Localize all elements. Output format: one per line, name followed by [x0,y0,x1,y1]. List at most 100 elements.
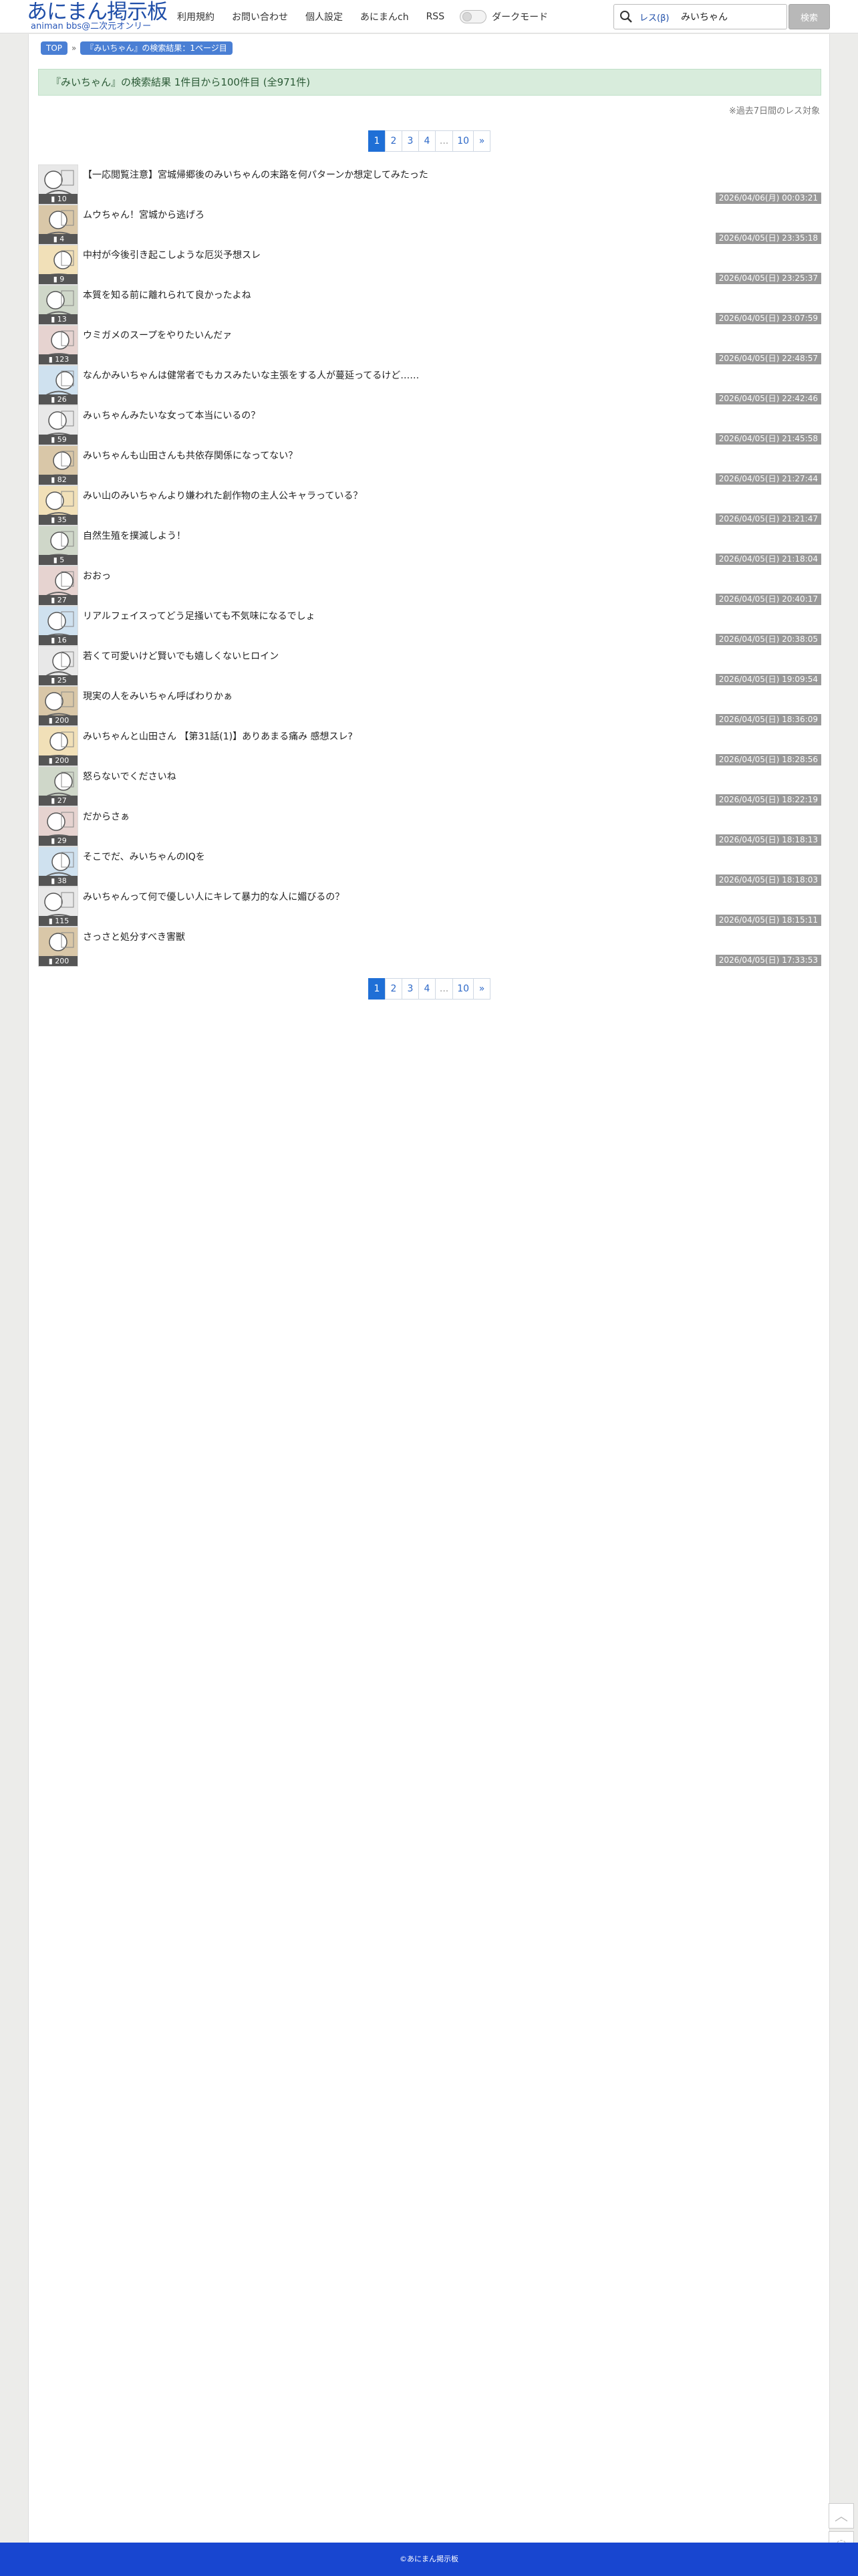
thread-date: 2026/04/05(日) 18:22:19 [715,794,821,806]
pager-top-page-1[interactable]: 1 [368,130,386,152]
thread-row[interactable]: ▮ 16 リアルフェイスってどう足掻いても不気味になるでしょ 2026/04/05(… [38,606,821,646]
pager-bottom-page-2[interactable]: 2 [384,978,402,1000]
thread-row[interactable]: ▮ 13 本質を知る前に離れられて良かったよね 2026/04/05(日) 23:0… [38,285,821,325]
thread-row[interactable]: ▮ 29 だからさぁ 2026/04/05(日) 18:18:13 [38,806,821,846]
thread-date: 2026/04/05(日) 18:28:56 [715,754,821,766]
pager-top-page-ellipsis: ... [434,130,454,152]
thread-title[interactable]: 本質を知る前に離れられて良かったよね [83,288,684,302]
thread-row[interactable]: ▮ 35 みい山のみいちゃんより嫌われた創作物の主人公キャラっている？ 2026/0… [38,485,821,525]
thread-thumbnail[interactable]: ▮ 123 [38,325,78,365]
thread-title[interactable]: さっさと処分すべき害獣 [83,930,684,943]
search-scope-select[interactable]: レス(β) [639,11,669,23]
thread-row[interactable]: ▮ 82 みいちゃんも山田さんも共依存関係になってない？ 2026/04/05(日)… [38,445,821,485]
thread-thumbnail[interactable]: ▮ 10 [38,164,78,205]
pager-bottom-page-3[interactable]: 3 [401,978,419,1000]
thread-title[interactable]: リアルフェイスってどう足掻いても不気味になるでしょ [83,609,684,622]
thread-row[interactable]: ▮ 5 自然生殖を撲滅しよう！ 2026/04/05(日) 21:18:04 [38,525,821,566]
pager-top-page-10[interactable]: 10 [452,130,474,152]
thread-thumbnail[interactable]: ▮ 59 [38,405,78,445]
dark-mode-toggle[interactable]: ダークモード [460,10,548,23]
pager-top-page-3[interactable]: 3 [401,130,419,152]
thread-title[interactable]: みい山のみいちゃんより嫌われた創作物の主人公キャラっている？ [83,489,684,502]
breadcrumb-separator: » [72,43,77,53]
nav-settings[interactable]: 個人設定 [305,10,343,23]
pager-top-page-4[interactable]: 4 [418,130,436,152]
thread-row[interactable]: ▮ 59 みぃちゃんみたいな女って本当にいるの？ 2026/04/05(日) 21:… [38,405,821,445]
thread-title[interactable]: ウミガメのスープをやりたいんだァ [83,328,684,342]
thread-thumbnail[interactable]: ▮ 26 [38,365,78,405]
thread-row[interactable]: ▮ 123 ウミガメのスープをやりたいんだァ 2026/04/05(日) 22:48… [38,325,821,365]
thread-row[interactable]: ▮ 27 怒らないでくださいね 2026/04/05(日) 18:22:19 [38,766,821,806]
thread-thumbnail[interactable]: ▮ 13 [38,285,78,325]
pagination-top: 1 2 3 4... 10» [29,130,831,152]
thread-title[interactable]: みぃちゃんみたいな女って本当にいるの？ [83,408,684,422]
thread-title[interactable]: みいちゃんと山田さん 【第31話(1)】ありあまる痛み 感想スレ? [83,729,684,743]
thread-title[interactable]: 中村が今後引き起こしような厄災予想スレ [83,248,684,261]
pager-bottom-page-10[interactable]: 10 [452,978,474,1000]
reply-count: ▮ 16 [39,635,78,645]
thread-thumbnail[interactable]: ▮ 5 [38,525,78,566]
thread-title[interactable]: みいちゃんも山田さんも共依存関係になってない？ [83,449,684,462]
search-button[interactable]: 検索 [789,4,830,29]
thread-title[interactable]: みいちゃんって何で優しい人にキレて暴力的な人に媚びるの？ [83,890,684,903]
thread-title[interactable]: 怒らないでくださいね [83,770,684,783]
thread-thumbnail[interactable]: ▮ 25 [38,646,78,686]
thread-thumbnail[interactable]: ▮ 200 [38,726,78,766]
thread-thumbnail[interactable]: ▮ 27 [38,566,78,606]
search-input[interactable] [681,7,782,26]
thread-thumbnail[interactable]: ▮ 115 [38,887,78,927]
reply-count: ▮ 200 [39,715,78,725]
thread-title[interactable]: 若くて可愛いけど賢いでも嬉しくないヒロイン [83,649,684,663]
thread-date: 2026/04/05(日) 17:33:53 [715,955,821,966]
thread-row[interactable]: ▮ 38 そこでだ、みいちゃんのIQを 2026/04/05(日) 18:18:03 [38,846,821,887]
thread-thumbnail[interactable]: ▮ 35 [38,485,78,525]
thread-row[interactable]: ▮ 10 【一応閲覧注意】宮城帰郷後のみいちゃんの末路を何パターンか想定してみたっ… [38,164,821,205]
pager-top-page-2[interactable]: 2 [384,130,402,152]
thread-row[interactable]: ▮ 9 中村が今後引き起こしような厄災予想スレ 2026/04/05(日) 23:2… [38,245,821,285]
breadcrumb-current[interactable]: 『みいちゃん』の検索結果：1ページ目 [80,41,233,55]
nav-contact[interactable]: お問い合わせ [232,10,288,23]
thread-row[interactable]: ▮ 26 なんかみいちゃんは健常者でもカスみたいな主張をする人が蔓延ってるけど……… [38,365,821,405]
thread-title[interactable]: だからさぁ [83,810,684,823]
thread-row[interactable]: ▮ 115 みいちゃんって何で優しい人にキレて暴力的な人に媚びるの？ 2026/04… [38,887,821,927]
thread-thumbnail[interactable]: ▮ 200 [38,686,78,726]
thread-row[interactable]: ▮ 200 さっさと処分すべき害獣 2026/04/05(日) 17:33:53 [38,927,821,967]
dark-mode-switch[interactable] [460,10,487,23]
site-logo[interactable]: あにまん掲示板 animan bbs@二次元オンリー [27,0,168,33]
thread-title[interactable]: 【一応閲覧注意】宮城帰郷後のみいちゃんの末路を何パターンか想定してみたった [83,168,684,181]
thread-thumbnail[interactable]: ▮ 16 [38,606,78,646]
pager-bottom-page-ellipsis: ... [434,978,454,1000]
pager-bottom-page-4[interactable]: 4 [418,978,436,1000]
reply-count: ▮ 13 [39,314,78,324]
thread-row[interactable]: ▮ 27 おおっ 2026/04/05(日) 20:40:17 [38,566,821,606]
scroll-top-button[interactable]: ︿ [829,2503,854,2529]
thread-title[interactable]: そこでだ、みいちゃんのIQを [83,850,684,863]
thread-date: 2026/04/05(日) 23:07:59 [715,313,821,324]
thread-date: 2026/04/05(日) 23:35:18 [715,233,821,244]
thread-thumbnail[interactable]: ▮ 27 [38,766,78,806]
thread-thumbnail[interactable]: ▮ 82 [38,445,78,485]
pager-top-page-next[interactable]: » [473,130,491,152]
reply-count: ▮ 200 [39,956,78,966]
thread-thumbnail[interactable]: ▮ 38 [38,846,78,887]
thread-thumbnail[interactable]: ▮ 200 [38,927,78,967]
thread-title[interactable]: ムウちゃん！宮城から逃げろ [83,208,684,221]
thread-row[interactable]: ▮ 4 ムウちゃん！宮城から逃げろ 2026/04/05(日) 23:35:18 [38,205,821,245]
nav-terms[interactable]: 利用規約 [177,10,214,23]
thread-thumbnail[interactable]: ▮ 4 [38,205,78,245]
pager-bottom-page-next[interactable]: » [473,978,491,1000]
pager-bottom-page-1[interactable]: 1 [368,978,386,1000]
thread-title[interactable]: 現実の人をみいちゃん呼ばわりかぁ [83,689,684,703]
thread-thumbnail[interactable]: ▮ 29 [38,806,78,846]
breadcrumb-top[interactable]: TOP [41,41,68,55]
thread-row[interactable]: ▮ 200 みいちゃんと山田さん 【第31話(1)】ありあまる痛み 感想スレ? 20… [38,726,821,766]
thread-title[interactable]: なんかみいちゃんは健常者でもカスみたいな主張をする人が蔓延ってるけど…… [83,368,684,382]
thread-title[interactable]: おおっ [83,569,684,582]
nav-animanch[interactable]: あにまんch [360,10,409,23]
thread-row[interactable]: ▮ 25 若くて可愛いけど賢いでも嬉しくないヒロイン 2026/04/05(日) 1… [38,646,821,686]
thread-row[interactable]: ▮ 200 現実の人をみいちゃん呼ばわりかぁ 2026/04/05(日) 18:36… [38,686,821,726]
thread-title[interactable]: 自然生殖を撲滅しよう！ [83,529,684,542]
nav-rss[interactable]: RSS [426,11,445,22]
thread-thumbnail[interactable]: ▮ 9 [38,245,78,285]
thread-date: 2026/04/05(日) 21:27:44 [715,473,821,485]
